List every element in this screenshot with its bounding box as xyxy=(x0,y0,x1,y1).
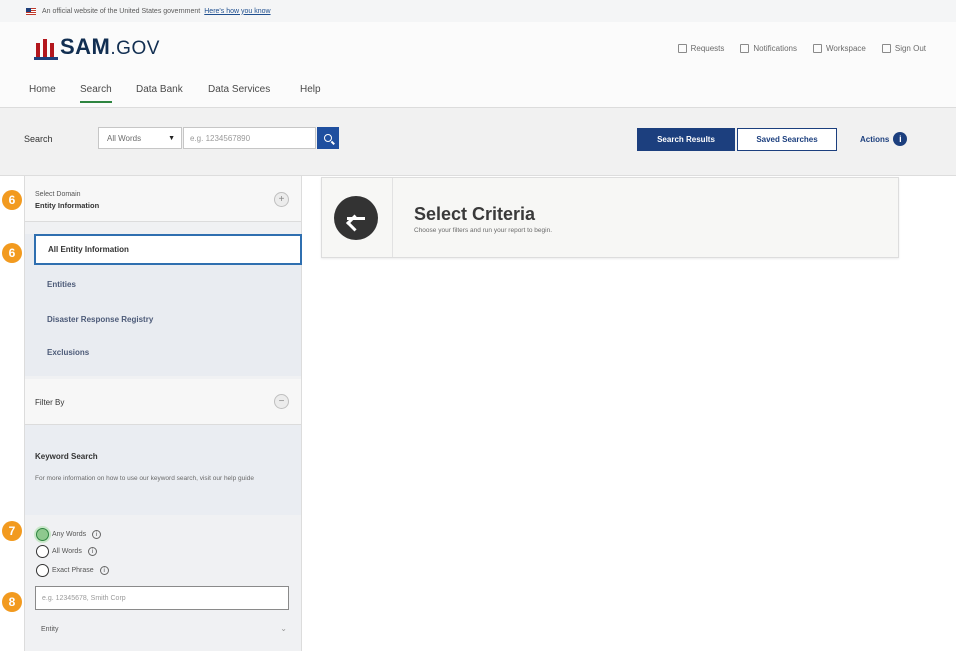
caret-down-icon: ▼ xyxy=(168,134,175,142)
search-bar: Search All Words ▼ e.g. 1234567890 Searc… xyxy=(0,108,956,176)
workspace-icon xyxy=(812,44,822,53)
search-button[interactable] xyxy=(317,127,339,149)
arrow-left-icon xyxy=(347,216,365,220)
notifications-icon xyxy=(740,44,750,53)
radio-selected[interactable] xyxy=(36,528,49,541)
filter-by-section: Filter By − xyxy=(25,379,301,425)
select-domain-label: Select Domain xyxy=(35,191,81,198)
radio-exact-phrase[interactable]: Exact Phrase i xyxy=(36,564,109,577)
requests-link[interactable]: Requests xyxy=(677,44,724,53)
search-label: Search xyxy=(24,134,53,144)
step-badge: 6 xyxy=(2,190,22,210)
keyword-block xyxy=(25,425,301,515)
keyword-help-text[interactable]: For more information on how to use our k… xyxy=(35,474,297,484)
gov-banner-link[interactable]: Here's how you know xyxy=(204,8,270,15)
saved-searches-button[interactable]: Saved Searches xyxy=(737,128,837,151)
nav-data-bank[interactable]: Data Bank xyxy=(136,84,183,101)
capitol-logo-icon xyxy=(34,38,58,60)
us-flag-icon xyxy=(26,7,36,15)
info-icon[interactable]: i xyxy=(99,566,109,575)
search-scope-select[interactable]: All Words ▼ xyxy=(98,127,182,149)
nav-data-services[interactable]: Data Services xyxy=(208,84,270,101)
site-header: SAM.GOV Requests Notifications Workspace… xyxy=(0,22,956,78)
gov-banner: An official website of the United States… xyxy=(0,0,956,22)
criteria-subtitle: Choose your filters and run your report … xyxy=(414,227,553,234)
header-links: Requests Notifications Workspace Sign Ou… xyxy=(677,44,926,53)
select-criteria-panel: Select Criteria Choose your filters and … xyxy=(321,177,899,258)
filter-sidebar: Select Domain Entity Information + All E… xyxy=(24,176,302,651)
chevron-down-icon: ⌄ xyxy=(280,624,287,633)
search-input[interactable]: e.g. 1234567890 xyxy=(183,127,316,149)
search-icon xyxy=(324,134,332,142)
radio-any-words[interactable]: Any Words i xyxy=(36,528,102,541)
main-nav: Home Search Data Bank Data Services Help xyxy=(0,78,956,108)
notifications-link[interactable]: Notifications xyxy=(740,44,797,53)
step-badge: 8 xyxy=(2,592,22,612)
sam-logo[interactable]: SAM.GOV xyxy=(34,36,160,60)
actions-menu[interactable]: Actions i xyxy=(860,132,908,146)
select-domain-value: Entity Information xyxy=(35,201,100,210)
entity-accordion[interactable]: Entity ⌄ xyxy=(25,616,301,644)
nav-search[interactable]: Search xyxy=(80,84,112,103)
keyword-input[interactable]: e.g. 12345678, Smith Corp xyxy=(35,586,289,610)
criteria-title: Select Criteria xyxy=(414,204,536,224)
sign-out-link[interactable]: Sign Out xyxy=(881,44,926,53)
panel-divider xyxy=(392,178,393,257)
domain-expand-button[interactable]: + xyxy=(274,192,289,207)
back-button[interactable] xyxy=(334,196,378,240)
nav-help[interactable]: Help xyxy=(300,84,321,101)
filter-collapse-button[interactable]: − xyxy=(274,394,289,409)
sign-out-icon xyxy=(881,44,891,53)
step-badge: 6 xyxy=(2,243,22,263)
info-icon[interactable]: i xyxy=(92,530,102,539)
select-domain-section: Select Domain Entity Information + xyxy=(25,176,301,222)
requests-icon xyxy=(677,44,687,53)
gov-banner-text: An official website of the United States… xyxy=(42,7,201,15)
keyword-search-title: Keyword Search xyxy=(35,452,98,461)
domain-item-exclusions[interactable]: Exclusions xyxy=(47,348,89,357)
logo-text: SAM.GOV xyxy=(60,34,160,60)
info-icon[interactable]: i xyxy=(87,547,97,556)
radio-unselected[interactable] xyxy=(36,564,49,577)
radio-unselected[interactable] xyxy=(36,545,49,558)
domain-item-all-entity-information[interactable]: All Entity Information xyxy=(34,234,302,265)
domain-item-entities[interactable]: Entities xyxy=(47,280,76,289)
workspace-link[interactable]: Workspace xyxy=(812,44,866,53)
step-badge: 7 xyxy=(2,521,22,541)
domain-item-disaster-response-registry[interactable]: Disaster Response Registry xyxy=(47,315,153,324)
filter-by-label: Filter By xyxy=(35,398,65,407)
nav-home[interactable]: Home xyxy=(29,84,56,101)
radio-all-words[interactable]: All Words i xyxy=(36,545,97,558)
search-results-button[interactable]: Search Results xyxy=(637,128,735,151)
entity-label: Entity xyxy=(41,626,59,633)
actions-info-icon: i xyxy=(893,132,908,146)
